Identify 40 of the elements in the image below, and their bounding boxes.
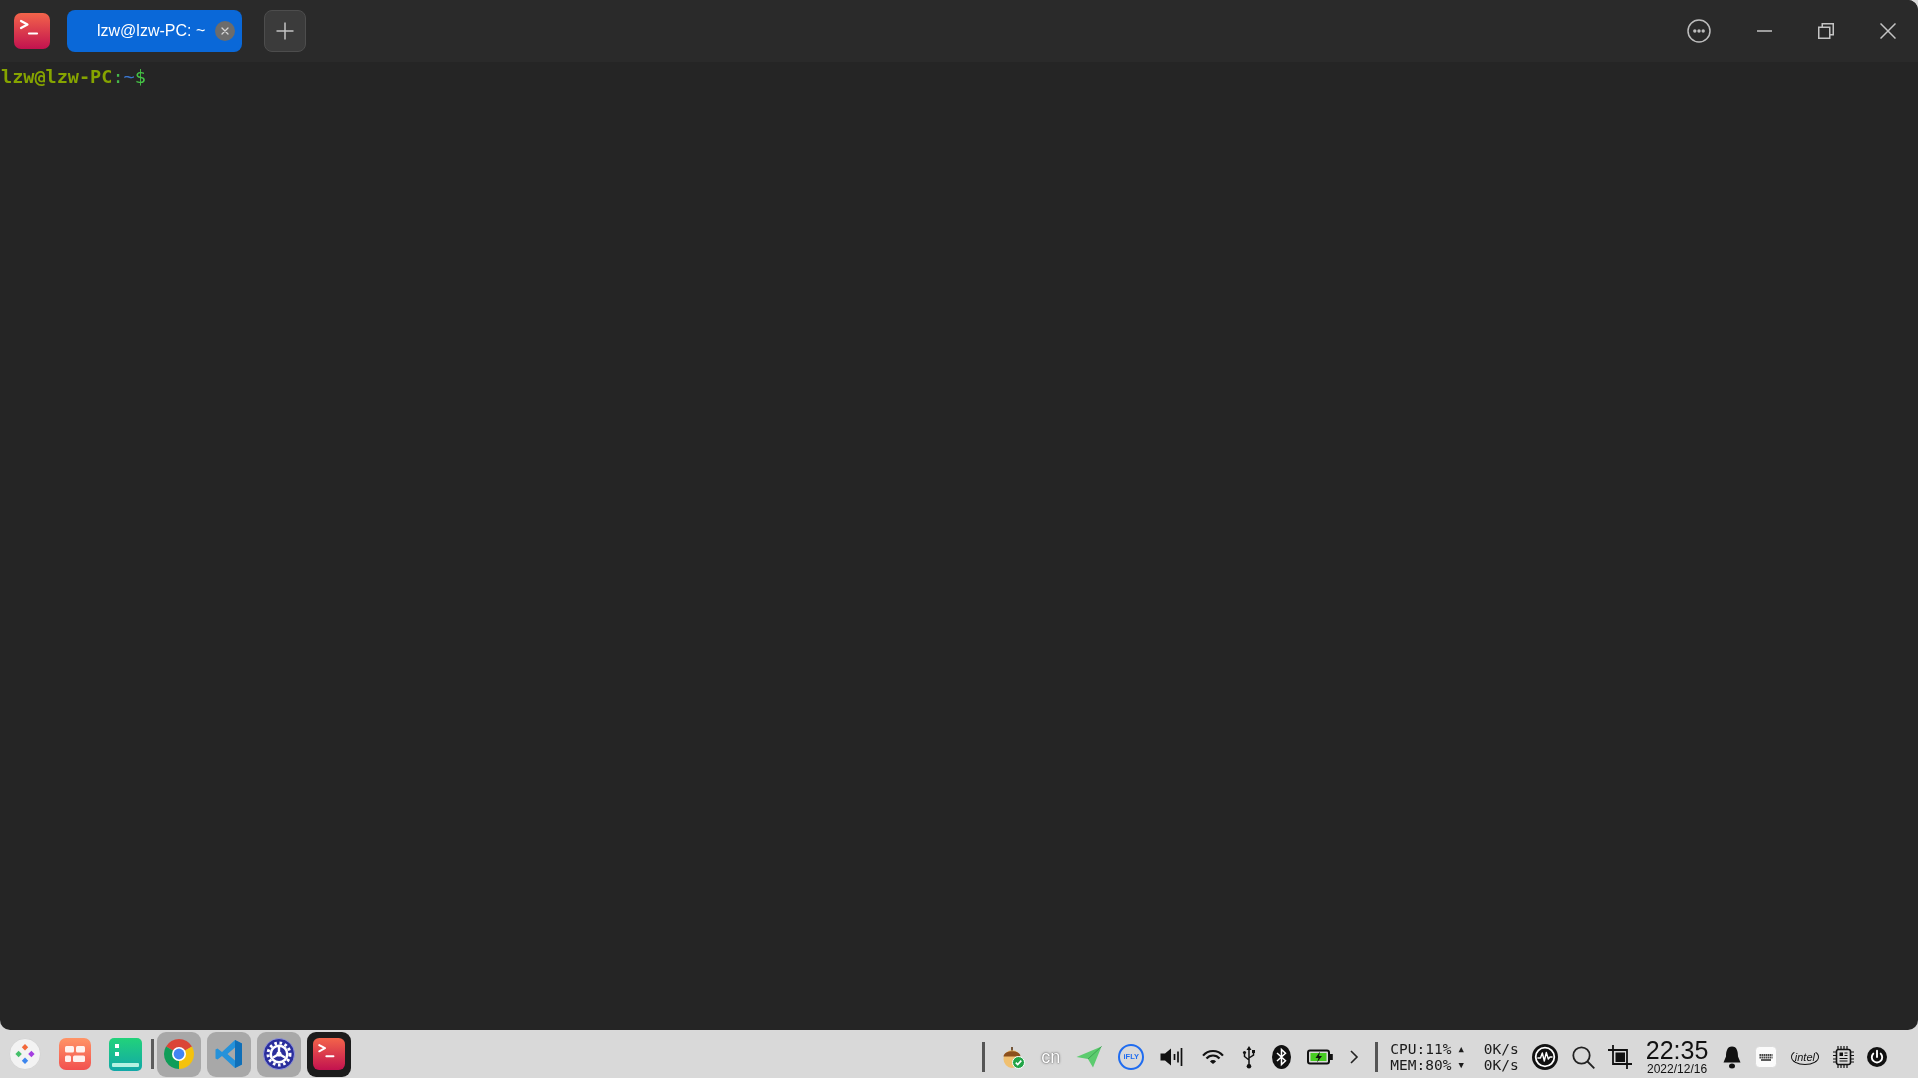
traffic-arrow: ▲ — [1458, 1043, 1464, 1056]
crop-icon[interactable] — [1608, 1045, 1633, 1069]
acorn-icon[interactable] — [1001, 1045, 1026, 1069]
network-speed: 0K/s — [1483, 1057, 1519, 1073]
cpu-usage-text: CPU:11% — [1390, 1041, 1452, 1057]
memory-usage-text: MEM:80% — [1390, 1057, 1452, 1073]
bell-icon[interactable] — [1721, 1045, 1742, 1069]
clock-time[interactable]: 22:35 — [1645, 1038, 1709, 1063]
tab[interactable]: lzw@lzw-PC: ~ — [67, 10, 242, 52]
close-icon[interactable] — [1880, 23, 1896, 39]
more-options-icon[interactable] — [1687, 19, 1711, 43]
volume-icon[interactable] — [1160, 1047, 1185, 1067]
keyboard-icon[interactable] — [1755, 1046, 1778, 1068]
power-icon[interactable] — [1867, 1047, 1887, 1067]
settings-icon — [263, 1038, 295, 1070]
terminal-app-icon — [14, 13, 50, 49]
close-icon[interactable] — [215, 21, 235, 41]
battery-icon[interactable] — [1307, 1049, 1334, 1065]
plus-icon — [276, 22, 294, 40]
new-tab-button[interactable] — [264, 10, 306, 52]
launcher-icon[interactable] — [9, 1038, 41, 1070]
search-icon[interactable] — [1571, 1045, 1595, 1069]
list-window-icon[interactable] — [109, 1037, 142, 1071]
usb-icon[interactable] — [1242, 1045, 1257, 1069]
input-method-label[interactable]: cn — [1041, 1047, 1061, 1067]
network-speed: 0K/s — [1483, 1041, 1519, 1057]
chevron-right-icon[interactable] — [1349, 1049, 1360, 1065]
bluetooth-icon[interactable] — [1272, 1045, 1292, 1069]
waveform-icon[interactable] — [1532, 1044, 1559, 1070]
tiles-icon[interactable] — [59, 1038, 91, 1070]
taskbar-app-button[interactable] — [307, 1031, 351, 1077]
code-editor-icon — [214, 1039, 244, 1069]
traffic-arrow: ▼ — [1458, 1059, 1464, 1072]
terminal-prompt: lzw@lzw-PC:~$ — [1, 66, 146, 88]
terminal-icon — [313, 1038, 345, 1070]
chip-icon[interactable] — [1832, 1046, 1854, 1068]
clock-date[interactable]: 2022/12/16 — [1647, 1063, 1708, 1076]
taskbar-app-button[interactable] — [257, 1031, 301, 1077]
restore-icon[interactable] — [1818, 23, 1834, 39]
browser-icon — [163, 1038, 195, 1070]
